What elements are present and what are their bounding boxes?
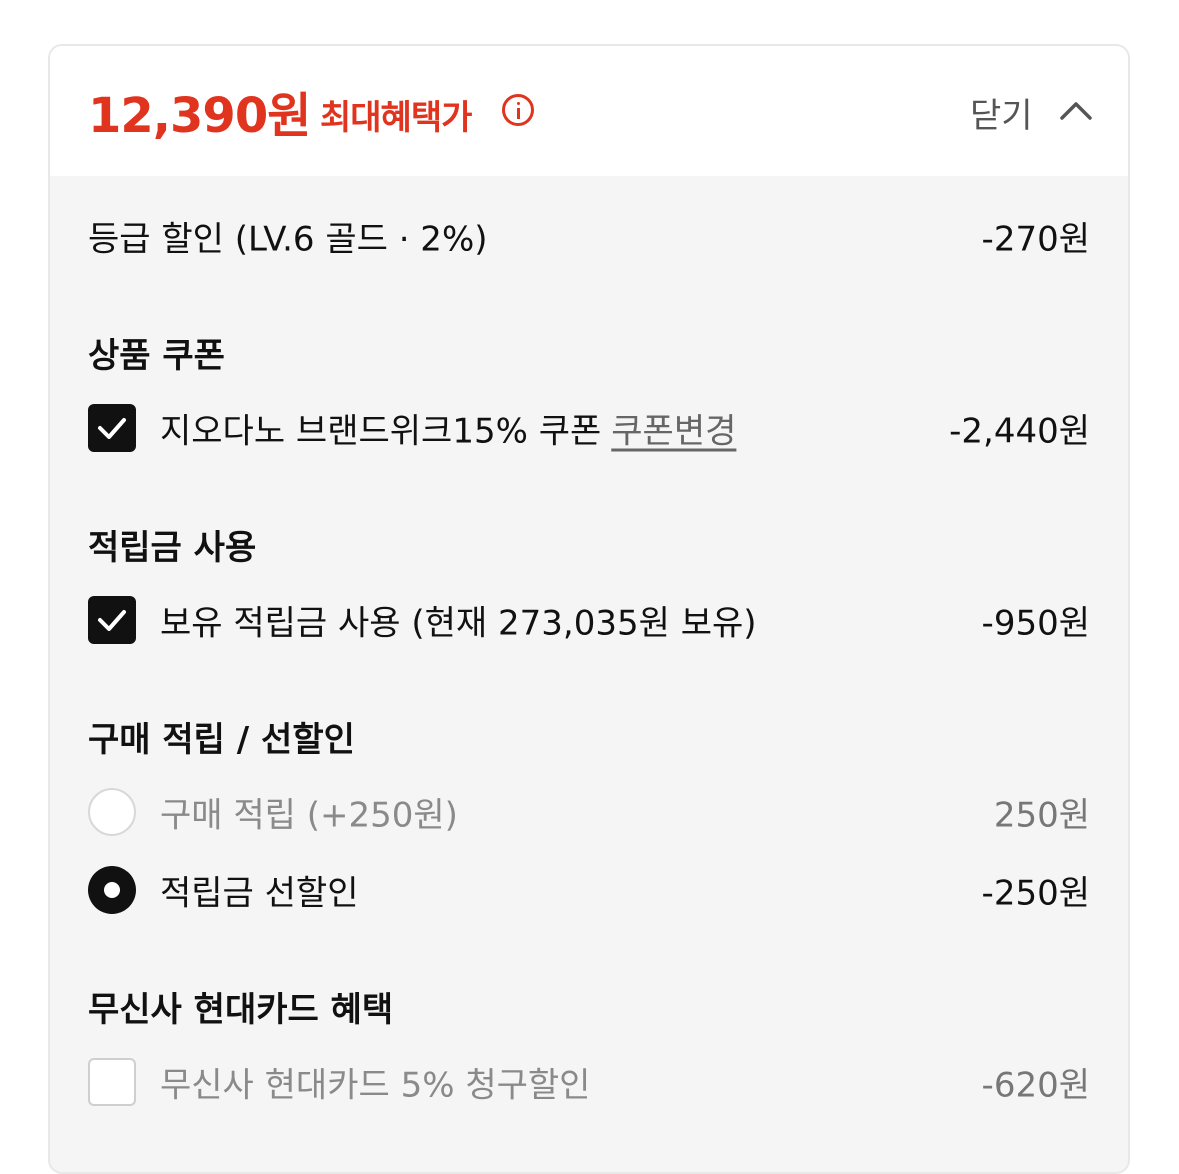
max-benefit-price: 12,390원	[88, 88, 311, 144]
purchase-reward-radio[interactable]	[88, 788, 136, 836]
grade-discount-value: -270원	[981, 219, 1090, 260]
product-coupon-row[interactable]: 지오다노 브랜드위크15% 쿠폰 쿠폰변경 -2,440원	[50, 398, 1128, 458]
purchase-reward-label: 구매 적립 (+250원)	[160, 795, 458, 836]
pre-discount-radio[interactable]	[88, 866, 136, 914]
points-use-value: -950원	[981, 603, 1090, 644]
coupon-change-link[interactable]: 쿠폰변경	[611, 412, 736, 452]
product-coupon-label: 지오다노 브랜드위크15% 쿠폰 쿠폰변경	[160, 404, 736, 453]
purchase-reward-value: 250원	[993, 795, 1090, 836]
points-use-label: 보유 적립금 사용 (현재 273,035원 보유)	[160, 603, 757, 644]
chevron-up-icon[interactable]	[1056, 98, 1096, 124]
card-benefit-title: 무신사 현대카드 혜택	[88, 990, 394, 1030]
max-benefit-label: 최대혜택가	[320, 98, 472, 138]
product-coupon-checkbox[interactable]	[88, 404, 136, 452]
card-benefit-row[interactable]: 무신사 현대카드 5% 청구할인 -620원	[50, 1052, 1128, 1112]
benefit-header: 12,390원 최대혜택가 닫기	[50, 46, 1128, 176]
product-coupon-title: 상품 쿠폰	[88, 336, 225, 376]
points-use-title: 적립금 사용	[88, 528, 257, 568]
card-benefit-value: -620원	[981, 1065, 1090, 1106]
purchase-reward-option-row[interactable]: 구매 적립 (+250원) 250원	[50, 782, 1128, 842]
grade-discount-label: 등급 할인 (LV.6 골드 · 2%)	[88, 219, 488, 260]
points-use-row[interactable]: 보유 적립금 사용 (현재 273,035원 보유) -950원	[50, 590, 1128, 650]
check-icon	[98, 418, 126, 439]
card-benefit-label: 무신사 현대카드 5% 청구할인	[160, 1065, 591, 1106]
card-benefit-checkbox[interactable]	[88, 1058, 136, 1106]
pre-discount-value: -250원	[981, 873, 1090, 914]
check-icon	[98, 610, 126, 631]
product-coupon-text: 지오다노 브랜드위크15% 쿠폰	[160, 411, 602, 452]
benefit-panel: 12,390원 최대혜택가 닫기 등급 할인 (LV.6 골드 · 2%) -2…	[48, 44, 1130, 1174]
product-coupon-value: -2,440원	[949, 411, 1090, 452]
points-use-checkbox[interactable]	[88, 596, 136, 644]
purchase-reward-title: 구매 적립 / 선할인	[88, 720, 355, 760]
close-button[interactable]: 닫기	[970, 88, 1033, 137]
pre-discount-label: 적립금 선할인	[160, 873, 359, 914]
info-icon[interactable]	[502, 94, 534, 126]
grade-discount-row: 등급 할인 (LV.6 골드 · 2%) -270원	[50, 206, 1128, 266]
pre-discount-option-row[interactable]: 적립금 선할인 -250원	[50, 860, 1128, 920]
